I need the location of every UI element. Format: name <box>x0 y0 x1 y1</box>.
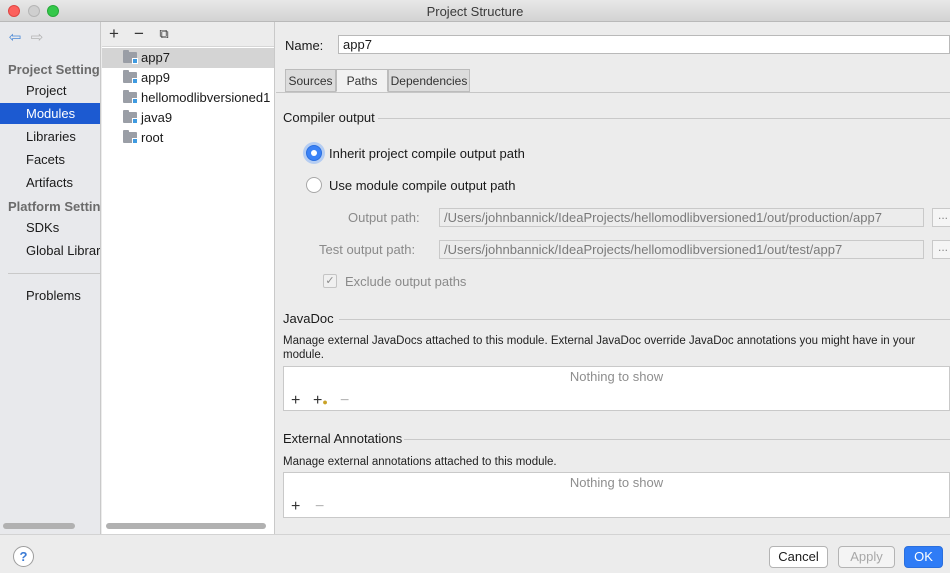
external-annotations-list: Nothing to show + − <box>283 472 950 518</box>
dialog-footer: ? Cancel Apply OK <box>0 534 950 573</box>
remove-javadoc-icon[interactable]: − <box>340 393 349 409</box>
browse-test-output-path-button[interactable]: ... <box>932 240 950 259</box>
module-folder-icon <box>123 130 138 144</box>
section-divider <box>339 319 950 320</box>
nav-item-sdks[interactable]: SDKs <box>0 217 100 238</box>
add-javadoc-icon[interactable]: + <box>291 393 300 409</box>
module-list-panel: + − ⧉ app7 app9 hellomodlibversioned1 ja… <box>102 22 275 534</box>
section-divider <box>378 118 950 119</box>
section-divider <box>404 439 950 440</box>
window-title: Project Structure <box>426 4 524 19</box>
module-folder-icon <box>123 90 138 104</box>
module-list-toolbar: + − ⧉ <box>102 22 274 47</box>
module-folder-icon <box>123 70 138 84</box>
nav-item-problems[interactable]: Problems <box>0 285 100 306</box>
javadoc-empty-text: Nothing to show <box>569 369 664 384</box>
module-folder-icon <box>123 50 138 64</box>
module-item-hellomodlibversioned1[interactable]: hellomodlibversioned1 <box>102 88 274 108</box>
ok-button[interactable]: OK <box>904 546 943 568</box>
paths-panel: Compiler output Inherit project compile … <box>276 92 950 534</box>
module-name-input[interactable]: app7 <box>338 35 950 54</box>
tab-sources[interactable]: Sources <box>285 69 336 92</box>
javadoc-list: Nothing to show + +● − <box>283 366 950 411</box>
help-button[interactable]: ? <box>13 546 34 567</box>
output-path-label: Output path: <box>348 210 420 225</box>
apply-button[interactable]: Apply <box>838 546 895 568</box>
title-bar: Project Structure <box>0 0 950 22</box>
inherit-output-label: Inherit project compile output path <box>329 146 525 161</box>
module-item-root[interactable]: root <box>102 128 274 148</box>
javadoc-heading: JavaDoc <box>283 311 334 326</box>
remove-module-icon[interactable]: − <box>131 25 147 43</box>
module-label: app7 <box>141 50 170 65</box>
inherit-output-radio[interactable] <box>306 145 322 161</box>
output-path-input[interactable]: /Users/johnbannick/IdeaProjects/hellomod… <box>439 208 924 227</box>
project-structure-window: Project Structure ⇦ ⇨ Project Settings Pr… <box>0 0 950 573</box>
javadoc-description: Manage external JavaDocs attached to thi… <box>283 335 916 361</box>
module-output-label: Use module compile output path <box>329 178 516 193</box>
exclude-output-paths-checkbox[interactable]: ✓ <box>323 274 337 288</box>
remove-annotation-icon[interactable]: − <box>315 499 324 515</box>
module-label: hellomodlibversioned1 <box>141 90 271 105</box>
forward-arrow-icon[interactable]: ⇨ <box>28 30 46 46</box>
nav-item-libraries[interactable]: Libraries <box>0 126 100 147</box>
test-output-path-input[interactable]: /Users/johnbannick/IdeaProjects/hellomod… <box>439 240 924 259</box>
module-label: java9 <box>141 110 173 125</box>
module-item-java9[interactable]: java9 <box>102 108 274 128</box>
exclude-output-paths-label: Exclude output paths <box>345 274 467 289</box>
cancel-button[interactable]: Cancel <box>769 546 828 568</box>
module-item-app7[interactable]: app7 <box>102 48 274 68</box>
test-output-path-label: Test output path: <box>319 242 416 257</box>
nav-horizontal-scrollbar[interactable] <box>3 523 75 529</box>
nav-history: ⇦ ⇨ <box>6 30 50 46</box>
settings-nav: ⇦ ⇨ Project Settings Project Modules Libr… <box>0 22 101 534</box>
external-annotations-empty-text: Nothing to show <box>569 475 664 490</box>
module-item-app9[interactable]: app9 <box>102 68 274 88</box>
nav-section-platform-settings: Platform Settings <box>8 199 101 214</box>
nav-section-project-settings: Project Settings <box>8 62 101 77</box>
module-output-radio[interactable] <box>306 177 322 193</box>
nav-item-facets[interactable]: Facets <box>0 149 100 170</box>
back-arrow-icon[interactable]: ⇦ <box>6 30 24 46</box>
add-module-icon[interactable]: + <box>106 25 122 43</box>
browse-output-path-button[interactable]: ... <box>932 208 950 227</box>
module-editor: Name: app7 Sources Paths Dependencies Co… <box>276 22 950 534</box>
module-list-horizontal-scrollbar[interactable] <box>106 523 266 529</box>
nav-item-project[interactable]: Project <box>0 80 100 101</box>
name-label: Name: <box>285 38 324 53</box>
nav-divider <box>8 273 100 274</box>
add-annotation-icon[interactable]: + <box>291 499 300 515</box>
module-label: root <box>141 130 164 145</box>
external-annotations-description: Manage external annotations attached to … <box>283 456 557 468</box>
module-folder-icon <box>123 110 138 124</box>
copy-module-icon[interactable]: ⧉ <box>156 25 172 43</box>
nav-item-modules[interactable]: Modules <box>0 103 100 124</box>
tab-paths[interactable]: Paths <box>336 69 388 92</box>
nav-item-artifacts[interactable]: Artifacts <box>0 172 100 193</box>
tab-dependencies[interactable]: Dependencies <box>388 69 470 92</box>
external-annotations-heading: External Annotations <box>283 431 403 446</box>
add-javadoc-url-icon[interactable]: +● <box>313 393 328 410</box>
compiler-output-heading: Compiler output <box>283 110 375 125</box>
nav-item-global-libraries[interactable]: Global Libraries <box>0 240 100 261</box>
module-label: app9 <box>141 70 170 85</box>
